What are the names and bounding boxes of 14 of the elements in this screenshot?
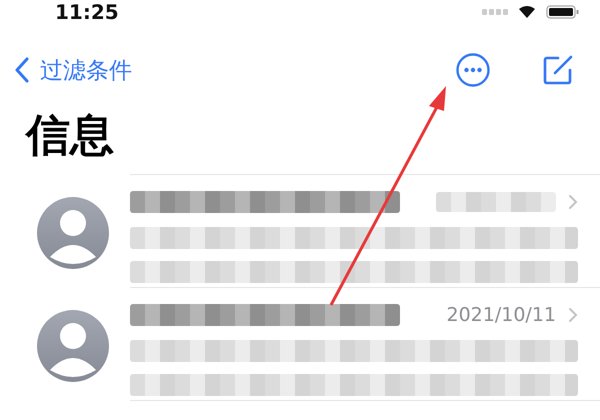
signal-icon	[482, 8, 508, 16]
status-time: 11:25	[55, 0, 119, 24]
chevron-right-icon	[568, 307, 578, 323]
avatar-silhouette-icon	[37, 197, 109, 269]
avatar-silhouette-icon	[37, 310, 109, 382]
battery-icon	[546, 5, 580, 19]
chevron-left-icon	[14, 57, 30, 83]
back-button[interactable]: 过滤条件	[14, 54, 132, 86]
compose-icon[interactable]	[542, 54, 574, 86]
more-icon[interactable]	[456, 53, 490, 87]
page-title: 信息	[26, 109, 115, 163]
wifi-icon	[518, 6, 536, 18]
message-date: 2021/10/11	[446, 304, 556, 326]
chevron-right-icon	[568, 194, 578, 210]
